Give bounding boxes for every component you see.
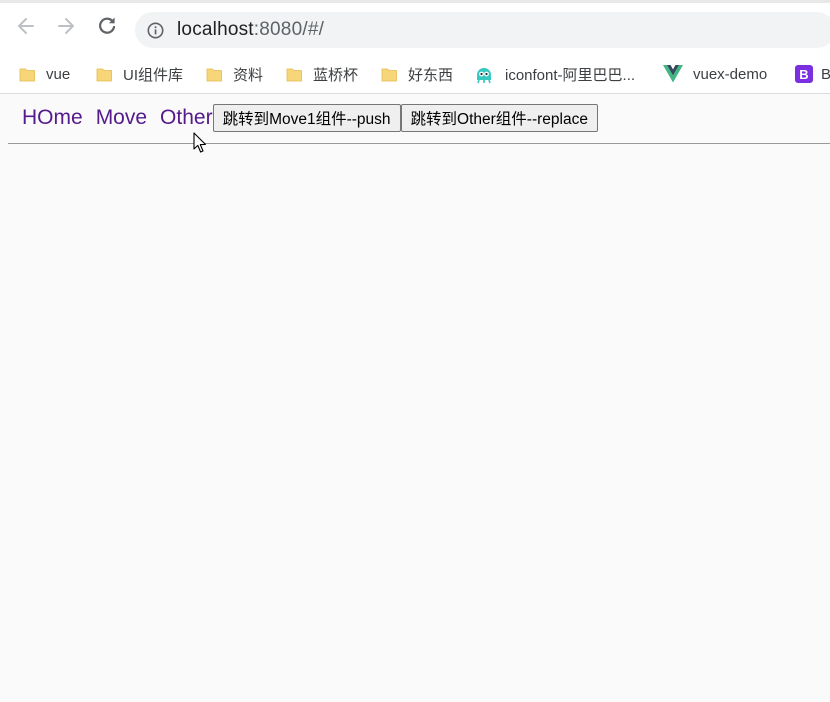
vue-logo-icon: [663, 65, 683, 83]
bookmark-vue[interactable]: vue: [19, 63, 70, 85]
folder-icon: [19, 68, 35, 81]
nav-link-move[interactable]: Move: [96, 106, 147, 130]
reload-button[interactable]: [94, 13, 120, 39]
bootstrap-icon: B: [795, 65, 813, 83]
bookmark-label: vue: [46, 65, 71, 83]
forward-arrow-icon: [58, 18, 74, 34]
bookmark-resources[interactable]: 资料: [206, 63, 263, 85]
browser-toolbar: localhost:8080/#/: [0, 3, 830, 55]
bookmark-label: 好东西: [408, 66, 454, 84]
bookmark-label: UI组件库: [123, 66, 184, 84]
bookmark-label: vuex-demo: [693, 65, 768, 83]
bookmark-label: 蓝桥杯: [313, 66, 359, 84]
bookmark-vuex-demo[interactable]: vuex-demo: [663, 63, 767, 85]
nav-link-home[interactable]: HOme: [22, 106, 83, 130]
bookmark-good-stuff[interactable]: 好东西: [381, 63, 453, 85]
bookmark-lanqiao[interactable]: 蓝桥杯: [286, 63, 358, 85]
replace-button[interactable]: 跳转到Other组件--replace: [400, 104, 598, 132]
info-icon[interactable]: [147, 22, 164, 39]
folder-icon: [381, 68, 397, 81]
push-button[interactable]: 跳转到Move1组件--push: [212, 104, 401, 132]
bookmark-bootstrap[interactable]: B B: [795, 63, 830, 85]
folder-icon: [96, 68, 112, 81]
app-nav: HOme Move Other 跳转到Move1组件--push 跳转到Othe…: [22, 103, 598, 133]
url-text[interactable]: localhost:8080/#/: [177, 19, 324, 41]
reload-icon: [99, 17, 116, 34]
url-path: :8080/#/: [253, 19, 325, 40]
nav-link-other[interactable]: Other: [160, 106, 213, 130]
folder-icon: [206, 68, 222, 81]
bookmarks-bar: vue UI组件库 资料 蓝桥杯 好东西 iconfont-阿里巴巴... vu…: [0, 55, 830, 93]
horizontal-rule: [8, 143, 830, 144]
bookmark-label: 资料: [233, 66, 264, 84]
bookmark-label: iconfont-阿里巴巴...: [505, 66, 636, 84]
forward-button[interactable]: [53, 13, 79, 39]
iconfont-icon: [477, 68, 491, 84]
browser-window: localhost:8080/#/ vue UI组件库 资料 蓝桥杯 好东西 i…: [0, 0, 830, 702]
back-button[interactable]: [13, 13, 39, 39]
address-bar[interactable]: localhost:8080/#/: [135, 12, 830, 48]
bookmark-label-truncated: B: [821, 65, 830, 83]
folder-icon: [286, 68, 302, 81]
url-host: localhost: [177, 19, 254, 40]
page-content: HOme Move Other 跳转到Move1组件--push 跳转到Othe…: [0, 94, 830, 702]
bookmark-ui-library[interactable]: UI组件库: [96, 63, 183, 85]
bookmark-iconfont[interactable]: iconfont-阿里巴巴...: [473, 63, 635, 85]
back-arrow-icon: [18, 18, 34, 34]
